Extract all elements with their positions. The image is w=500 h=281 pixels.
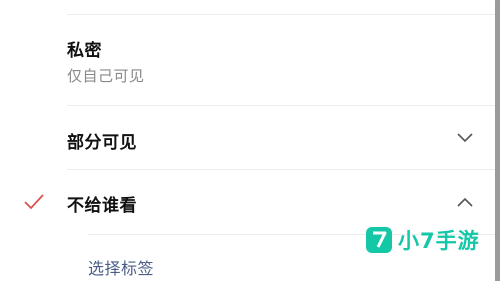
option-hide-from-title: 不给谁看 [67,196,137,216]
visibility-settings-screen: 私密 仅自己可见 部分可见 不给谁看 选择标签 小7手游 [0,0,500,281]
option-private-subtitle: 仅自己可见 [67,67,145,85]
option-private-title: 私密 [67,41,102,61]
watermark-text: 小7手游 [398,229,480,253]
chevron-down-icon [457,133,473,143]
watermark-logo: 小7手游 [366,225,480,255]
watermark-logo-icon [366,227,392,253]
chevron-up-icon [457,197,473,207]
scrollbar-edge [495,0,500,281]
select-tags-link[interactable]: 选择标签 [88,255,154,279]
checkmark-icon [24,194,44,210]
option-partial-visible[interactable]: 部分可见 [0,106,495,169]
option-partial-visible-title: 部分可见 [67,133,137,153]
option-private[interactable]: 私密 仅自己可见 [0,15,495,105]
seven-icon [373,231,387,248]
